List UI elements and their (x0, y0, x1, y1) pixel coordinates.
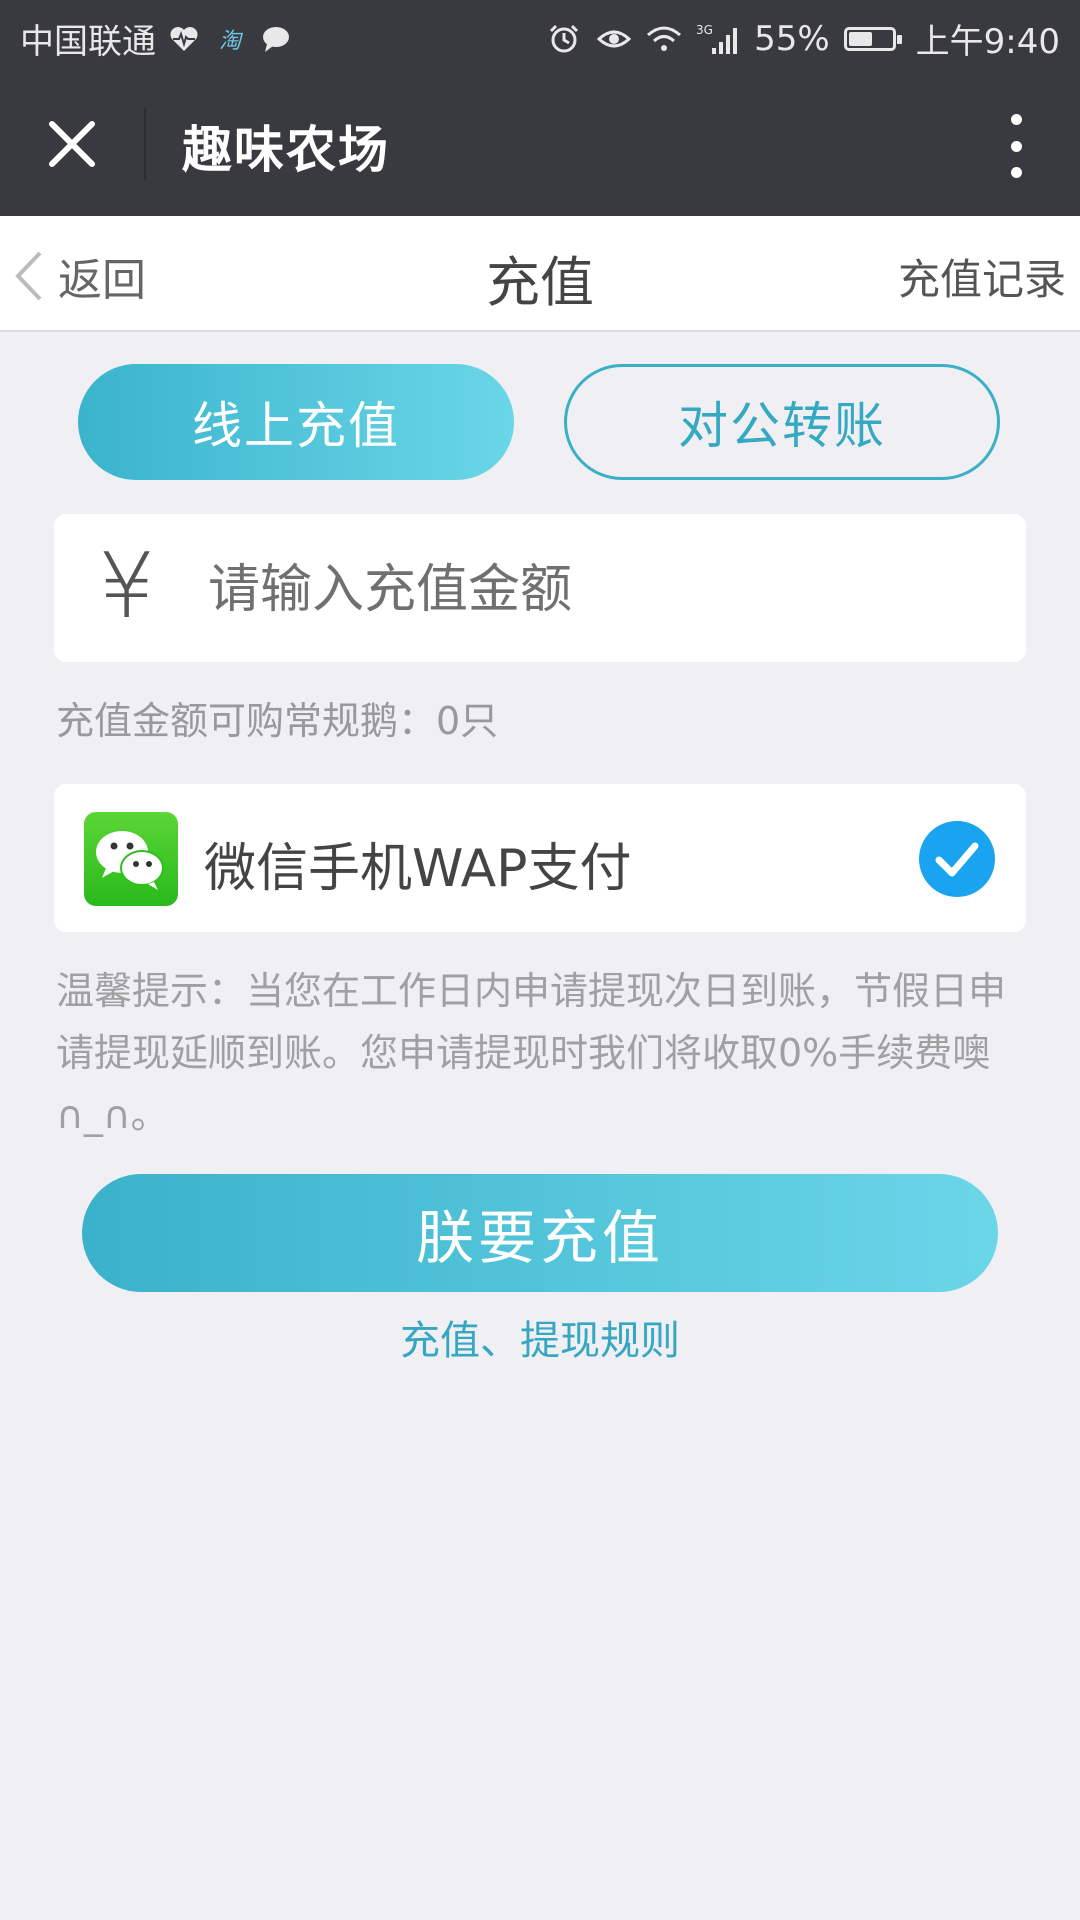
amount-input[interactable] (206, 544, 990, 636)
eye-icon (596, 19, 632, 59)
heart-pulse-icon (166, 19, 202, 59)
amount-card: ¥ (54, 514, 1026, 662)
signal-icon: 3G (696, 19, 740, 59)
wifi-icon (646, 19, 682, 59)
recharge-records-link[interactable]: 充值记录 (898, 246, 1066, 307)
close-icon[interactable] (40, 112, 104, 176)
alarm-icon (546, 19, 582, 59)
tab-corporate-transfer[interactable]: 对公转账 (564, 364, 1000, 480)
clock: 上午9:40 (915, 22, 1060, 62)
tab-online-recharge[interactable]: 线上充值 (78, 364, 514, 480)
payment-method-label: 微信手机WAP支付 (204, 839, 632, 899)
recharge-submit-button[interactable]: 朕要充值 (82, 1174, 998, 1292)
wechat-title-bar: 趣味农场 (0, 72, 1080, 216)
withdraw-notice: 温馨提示：当您在工作日内申请提现次日到账，节假日申请提现延顺到账。您申请提现时我… (56, 969, 1007, 1137)
wechat-icon (84, 812, 178, 906)
battery-percent: 55% (754, 18, 830, 59)
checkmark-selected-icon[interactable] (918, 820, 996, 898)
app-title: 趣味农场 (182, 121, 390, 179)
network-type-label: 3G (696, 23, 713, 37)
taobao-icon: 淘 (218, 28, 241, 54)
chat-bubble-icon (258, 19, 294, 59)
yen-icon: ¥ (98, 534, 156, 639)
payment-method-wechat[interactable]: 微信手机WAP支付 (54, 784, 1026, 932)
more-menu-icon[interactable] (992, 110, 1040, 182)
status-bar: 中国联通 淘 3G 55% 上午9:40 (0, 0, 1080, 72)
divider (144, 108, 146, 180)
carrier-label: 中国联通 (20, 22, 156, 62)
geese-hint: 充值金额可购常规鹅：0只 (56, 699, 499, 743)
rules-link[interactable]: 充值、提现规则 (0, 1308, 1080, 1366)
battery-icon (843, 26, 902, 51)
page-header: 返回 充值 充值记录 (0, 216, 1080, 332)
